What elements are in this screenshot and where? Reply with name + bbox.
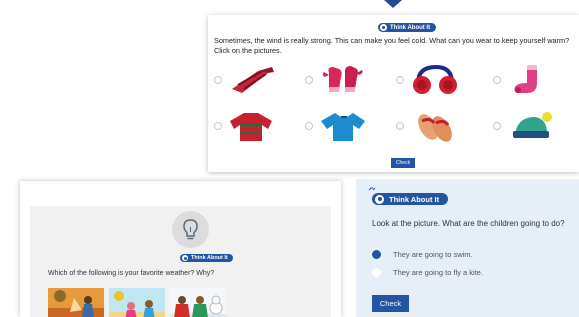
winter-hat-icon xyxy=(513,112,552,138)
answer-label: They are going to fly a kite. xyxy=(393,267,484,277)
option-radio[interactable] xyxy=(305,76,313,84)
lightbulb-icon-circle xyxy=(172,211,209,248)
option-sock[interactable] xyxy=(493,63,563,103)
question-text: Look at the picture. What are the childr… xyxy=(372,219,565,228)
answer-option-swim[interactable]: They are going to swim. xyxy=(372,248,473,260)
question-text: Sometimes, the wind is really strong. Th… xyxy=(214,36,570,55)
option-sandals[interactable] xyxy=(396,109,466,149)
think-about-it-badge: Think About It xyxy=(372,193,449,205)
option-mittens[interactable] xyxy=(305,63,375,103)
sweater-icon xyxy=(230,113,272,141)
clothing-options xyxy=(208,63,579,151)
option-radio[interactable] xyxy=(396,122,404,130)
option-radio[interactable] xyxy=(305,122,313,130)
option-radio[interactable] xyxy=(493,122,501,130)
check-button[interactable]: Check xyxy=(372,295,409,312)
mittens-icon xyxy=(322,66,363,92)
sock-icon xyxy=(514,65,537,93)
think-about-it-badge: Think About It xyxy=(378,23,437,32)
option-earmuffs[interactable] xyxy=(396,63,466,103)
sandals-icon xyxy=(418,114,452,142)
radio-selected[interactable] xyxy=(372,249,381,259)
scarf-icon xyxy=(232,67,274,93)
tshirt-icon xyxy=(321,113,365,141)
lightbulb-icon xyxy=(183,219,198,240)
weather-question-card: Think About It Which of the following is… xyxy=(20,181,341,317)
option-radio[interactable] xyxy=(396,76,404,84)
answer-label: They are going to swim. xyxy=(393,249,473,259)
question-text: Which of the following is your favorite … xyxy=(48,270,215,277)
badge-label: Think About It xyxy=(389,194,440,204)
pointer-arrow-icon xyxy=(384,0,402,8)
earmuffs-icon xyxy=(413,64,457,94)
option-radio[interactable] xyxy=(214,122,222,130)
summer-weather-image[interactable] xyxy=(109,288,165,317)
wind-question-card: Think About It Sometimes, the wind is re… xyxy=(208,15,579,172)
bulb-icon xyxy=(380,24,387,31)
winter-weather-image[interactable] xyxy=(170,288,226,317)
badge-label: Think About It xyxy=(390,24,431,31)
option-radio[interactable] xyxy=(493,76,501,84)
badge-label: Think About It xyxy=(191,255,228,261)
option-sweater[interactable] xyxy=(214,109,284,149)
option-radio[interactable] xyxy=(214,76,222,84)
autumn-weather-image[interactable] xyxy=(48,288,104,317)
think-about-it-badge: Think About It xyxy=(180,254,233,262)
option-scarf[interactable] xyxy=(214,63,284,103)
kite-question-card: Think About It Look at the picture. What… xyxy=(356,179,579,317)
bulb-icon xyxy=(375,194,384,204)
check-button[interactable]: Check xyxy=(391,158,415,168)
option-winter-hat[interactable] xyxy=(493,109,563,149)
bulb-icon xyxy=(182,255,188,261)
radio-unselected[interactable] xyxy=(372,267,381,277)
option-tshirt[interactable] xyxy=(305,109,375,149)
question-area: Think About It Which of the following is… xyxy=(30,206,331,317)
answer-option-kite[interactable]: They are going to fly a kite. xyxy=(372,266,483,278)
